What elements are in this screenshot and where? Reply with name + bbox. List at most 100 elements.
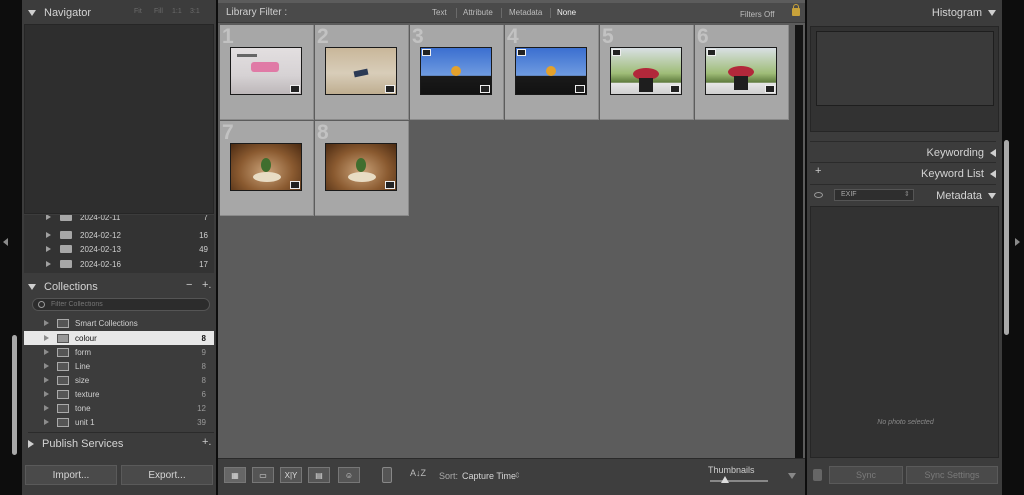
folder-icon [60, 245, 72, 253]
thumbnails-label: Thumbnails [708, 465, 755, 475]
grid-cell[interactable]: 6 [695, 25, 789, 120]
toolbar-menu-icon[interactable] [788, 473, 796, 479]
collection-form[interactable]: form 9 [24, 345, 214, 359]
collection-badge-icon [385, 181, 395, 189]
folder-icon [60, 231, 72, 239]
folder-icon [60, 215, 72, 221]
survey-view-icon[interactable]: ▤ [308, 467, 330, 483]
thumbnail-grid: 1 2 3 4 5 6 7 8 [220, 25, 792, 455]
keyword-list-title: Keyword List [921, 167, 984, 180]
grid-cell[interactable]: 5 [600, 25, 694, 120]
grid-view-icon[interactable]: ▦ [224, 467, 246, 483]
filter-none[interactable]: None [557, 8, 576, 17]
smart-collection-icon [57, 319, 69, 328]
filter-presets[interactable]: Filters Off [740, 10, 775, 19]
metadata-panel: No photo selected [810, 206, 999, 458]
collection-icon [57, 348, 69, 357]
right-panel: Histogram Keywording + Keyword List Meta… [807, 0, 1002, 495]
collapse-triangle-icon [988, 10, 996, 16]
collection-tone[interactable]: tone 12 [24, 401, 214, 415]
sync-toggle-switch[interactable] [813, 469, 822, 481]
painter-icon[interactable] [382, 467, 392, 483]
grid-scrollbar[interactable] [795, 25, 803, 458]
zoom-1to1[interactable]: 1:1 [172, 8, 182, 15]
folder-row[interactable]: 2024-02-12 16 [24, 228, 214, 242]
collection-icon [57, 390, 69, 399]
zoom-fit[interactable]: Fit [134, 8, 142, 15]
collapse-triangle-icon [988, 192, 996, 199]
collection-icon [57, 376, 69, 385]
left-scrollbar[interactable] [12, 335, 17, 455]
collection-smart-collections[interactable]: Smart Collections [24, 316, 214, 330]
export-button[interactable]: Export... [121, 465, 213, 485]
sort-direction-button[interactable]: A↓Z [410, 468, 426, 478]
navigator-preview[interactable] [24, 24, 214, 214]
collapse-triangle-icon [28, 10, 36, 16]
search-icon [38, 301, 45, 308]
filter-metadata[interactable]: Metadata [509, 8, 542, 17]
sync-settings-button[interactable]: Sync Settings [906, 466, 998, 484]
folder-row[interactable]: 2024-02-11 7 [24, 215, 214, 224]
edit-badge-icon [422, 49, 431, 56]
lightroom-library-window: Navigator Fit Fill 1:1 3:1 2024-02-11 7 2… [0, 0, 1024, 495]
compare-view-button[interactable]: X|Y [280, 467, 302, 483]
people-view-icon[interactable]: ☺ [338, 467, 360, 483]
filter-text[interactable]: Text [432, 8, 447, 17]
metadata-title: Metadata [936, 189, 982, 202]
loupe-view-icon[interactable]: ▭ [252, 467, 274, 483]
collection-badge-icon [385, 85, 395, 93]
grid-cell[interactable]: 4 [505, 25, 599, 120]
publish-services-header[interactable]: Publish Services [28, 432, 214, 454]
sync-button[interactable]: Sync [829, 466, 903, 484]
sort-dropdown[interactable]: Capture Time [462, 471, 516, 481]
expand-triangle-icon [990, 148, 996, 157]
grid-cell[interactable]: 3 [410, 25, 504, 120]
right-scrollbar[interactable] [1004, 140, 1009, 335]
keyword-list-header[interactable]: Keyword List [810, 162, 996, 184]
collection-unit-1[interactable]: unit 1 39 [24, 415, 214, 429]
right-panel-toggle[interactable] [1010, 0, 1024, 495]
add-publish-service-button[interactable]: +. [202, 436, 211, 448]
folder-row[interactable]: 2024-02-16 17 [24, 257, 214, 271]
expand-triangle-icon [990, 169, 996, 178]
edit-badge-icon [517, 49, 526, 56]
add-collection-button[interactable]: +. [202, 279, 211, 291]
left-panel: Navigator Fit Fill 1:1 3:1 2024-02-11 7 2… [22, 0, 216, 495]
grid-cell[interactable]: 1 [220, 25, 314, 120]
edit-badge-icon [707, 49, 716, 56]
filter-attribute[interactable]: Attribute [463, 8, 493, 17]
collection-icon [57, 418, 69, 427]
grid-cell[interactable]: 2 [315, 25, 409, 120]
histogram-header[interactable]: Histogram [810, 2, 996, 24]
collection-size[interactable]: size 8 [24, 373, 214, 387]
sort-chevron-icon: ⇕ [514, 471, 521, 480]
slider-knob[interactable] [721, 476, 729, 483]
collections-search[interactable] [32, 298, 210, 311]
collection-texture[interactable]: texture 6 [24, 387, 214, 401]
collection-badge-icon [670, 85, 680, 93]
grid-cell[interactable]: 7 [220, 121, 314, 216]
zoom-fill[interactable]: Fill [154, 8, 163, 15]
zoom-3to1[interactable]: 3:1 [190, 8, 200, 15]
collection-line[interactable]: Line 8 [24, 359, 214, 373]
grid-cell[interactable]: 8 [315, 121, 409, 216]
lock-icon[interactable] [792, 4, 800, 16]
navigator-header[interactable]: Navigator [28, 2, 214, 24]
eye-icon[interactable] [814, 192, 823, 198]
keywording-title: Keywording [926, 146, 984, 159]
histogram-panel [810, 26, 999, 132]
library-filter-label: Library Filter : [226, 7, 288, 18]
thumbnails-size-slider[interactable] [710, 480, 768, 482]
folder-row[interactable]: 2024-02-13 49 [24, 242, 214, 256]
import-button[interactable]: Import... [25, 465, 117, 485]
collections-list: Smart Collections colour 8 form 9 Line 8 si… [22, 314, 216, 434]
remove-collection-button[interactable]: − [186, 279, 192, 291]
select-chevron-icon: ⇕ [904, 191, 910, 198]
keywording-header[interactable]: Keywording [810, 141, 996, 163]
no-photo-message: No photo selected [877, 419, 934, 426]
collections-search-input[interactable] [51, 299, 201, 310]
collection-icon [57, 334, 69, 343]
collection-colour[interactable]: colour 8 [24, 331, 214, 345]
metadata-preset-select[interactable]: EXIF [834, 189, 914, 201]
collection-badge-icon [290, 181, 300, 189]
